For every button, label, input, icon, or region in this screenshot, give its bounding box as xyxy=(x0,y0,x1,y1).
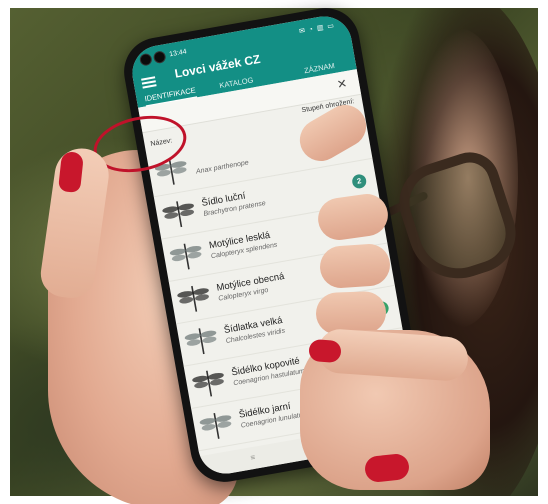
species-latin-name: Anax parthenope xyxy=(195,159,250,176)
dragonfly-icon xyxy=(177,285,209,312)
left-finger xyxy=(315,290,387,336)
left-finger xyxy=(318,242,392,290)
status-badge: 2 xyxy=(351,173,368,190)
dragonfly-icon xyxy=(184,328,217,355)
dragonfly-icon xyxy=(169,243,202,270)
camera-icon xyxy=(138,52,153,67)
camera-icon xyxy=(152,50,167,65)
dragonfly-icon xyxy=(162,201,194,228)
close-icon[interactable]: ✕ xyxy=(336,76,348,92)
dragonfly-icon xyxy=(199,412,232,439)
menu-icon[interactable] xyxy=(141,76,157,89)
status-icons: ✉ ◔ ▥ ▭ xyxy=(298,22,336,36)
nav-menu-icon[interactable]: ≡ xyxy=(250,453,256,463)
status-time: 13:44 xyxy=(168,48,188,59)
dragonfly-icon xyxy=(192,370,224,397)
right-index-nail xyxy=(308,338,342,364)
